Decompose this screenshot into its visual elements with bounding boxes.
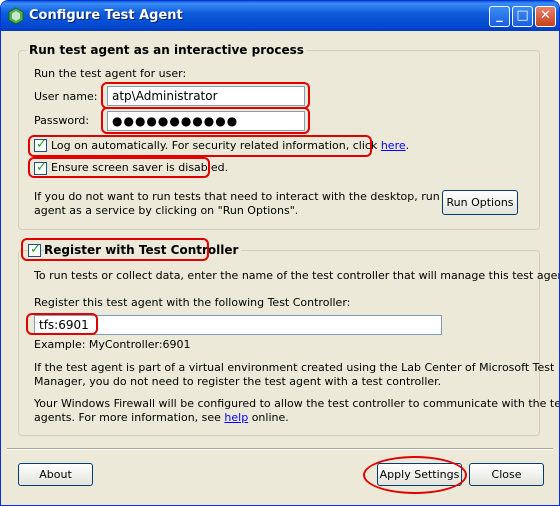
footer-divider xyxy=(7,448,553,450)
logon-auto-highlight xyxy=(28,135,372,157)
help-link[interactable]: help xyxy=(224,411,248,424)
close-button[interactable]: Close xyxy=(469,463,544,486)
username-highlight xyxy=(101,82,310,109)
logon-auto-tail: . xyxy=(405,139,410,152)
close-window-button[interactable]: ✕ xyxy=(535,6,556,27)
run-options-button[interactable]: Run Options xyxy=(442,190,518,215)
maximize-icon: □ xyxy=(516,8,529,23)
title-bar[interactable]: Configure Test Agent _ □ ✕ xyxy=(1,1,559,31)
minimize-button[interactable]: _ xyxy=(489,6,510,27)
run-for-user-label: Run the test agent for user: xyxy=(34,67,187,80)
security-info-link[interactable]: here xyxy=(381,139,406,152)
firewall-line2: agents. For more information, see help o… xyxy=(34,411,289,424)
firewall-line1: Your Windows Firewall will be configured… xyxy=(34,397,560,410)
register-label: Register this test agent with the follow… xyxy=(34,296,351,309)
screensaver-highlight xyxy=(28,157,210,178)
password-highlight xyxy=(101,107,310,134)
minimize-icon: _ xyxy=(496,8,503,23)
interactive-group-legend: Run test agent as an interactive process xyxy=(26,43,307,57)
service-info-line2: agent as a service by clicking on "Run O… xyxy=(34,204,299,217)
register-controller-highlight xyxy=(21,238,209,261)
username-label: User name: xyxy=(34,90,98,103)
controller-example: Example: MyController:6901 xyxy=(34,338,191,351)
about-button[interactable]: About xyxy=(18,463,93,486)
password-label: Password: xyxy=(34,114,90,127)
configure-test-agent-window: Configure Test Agent _ □ ✕ Run test agen… xyxy=(0,0,560,506)
window-title: Configure Test Agent xyxy=(29,8,183,23)
virtual-env-line1: If the test agent is part of a virtual e… xyxy=(34,361,555,374)
controller-highlight xyxy=(26,313,98,335)
virtual-env-line2: Manager, you do not need to register the… xyxy=(34,375,442,388)
apply-settings-highlight xyxy=(363,456,467,494)
test-agent-icon xyxy=(8,7,24,25)
firewall-line2-post: online. xyxy=(248,411,289,424)
controller-intro: To run tests or collect data, enter the … xyxy=(34,269,560,282)
close-icon: ✕ xyxy=(540,8,551,23)
service-info-line1: If you do not want to run tests that nee… xyxy=(34,190,486,203)
maximize-button[interactable]: □ xyxy=(512,6,533,27)
firewall-line2-pre: agents. For more information, see xyxy=(34,411,225,424)
